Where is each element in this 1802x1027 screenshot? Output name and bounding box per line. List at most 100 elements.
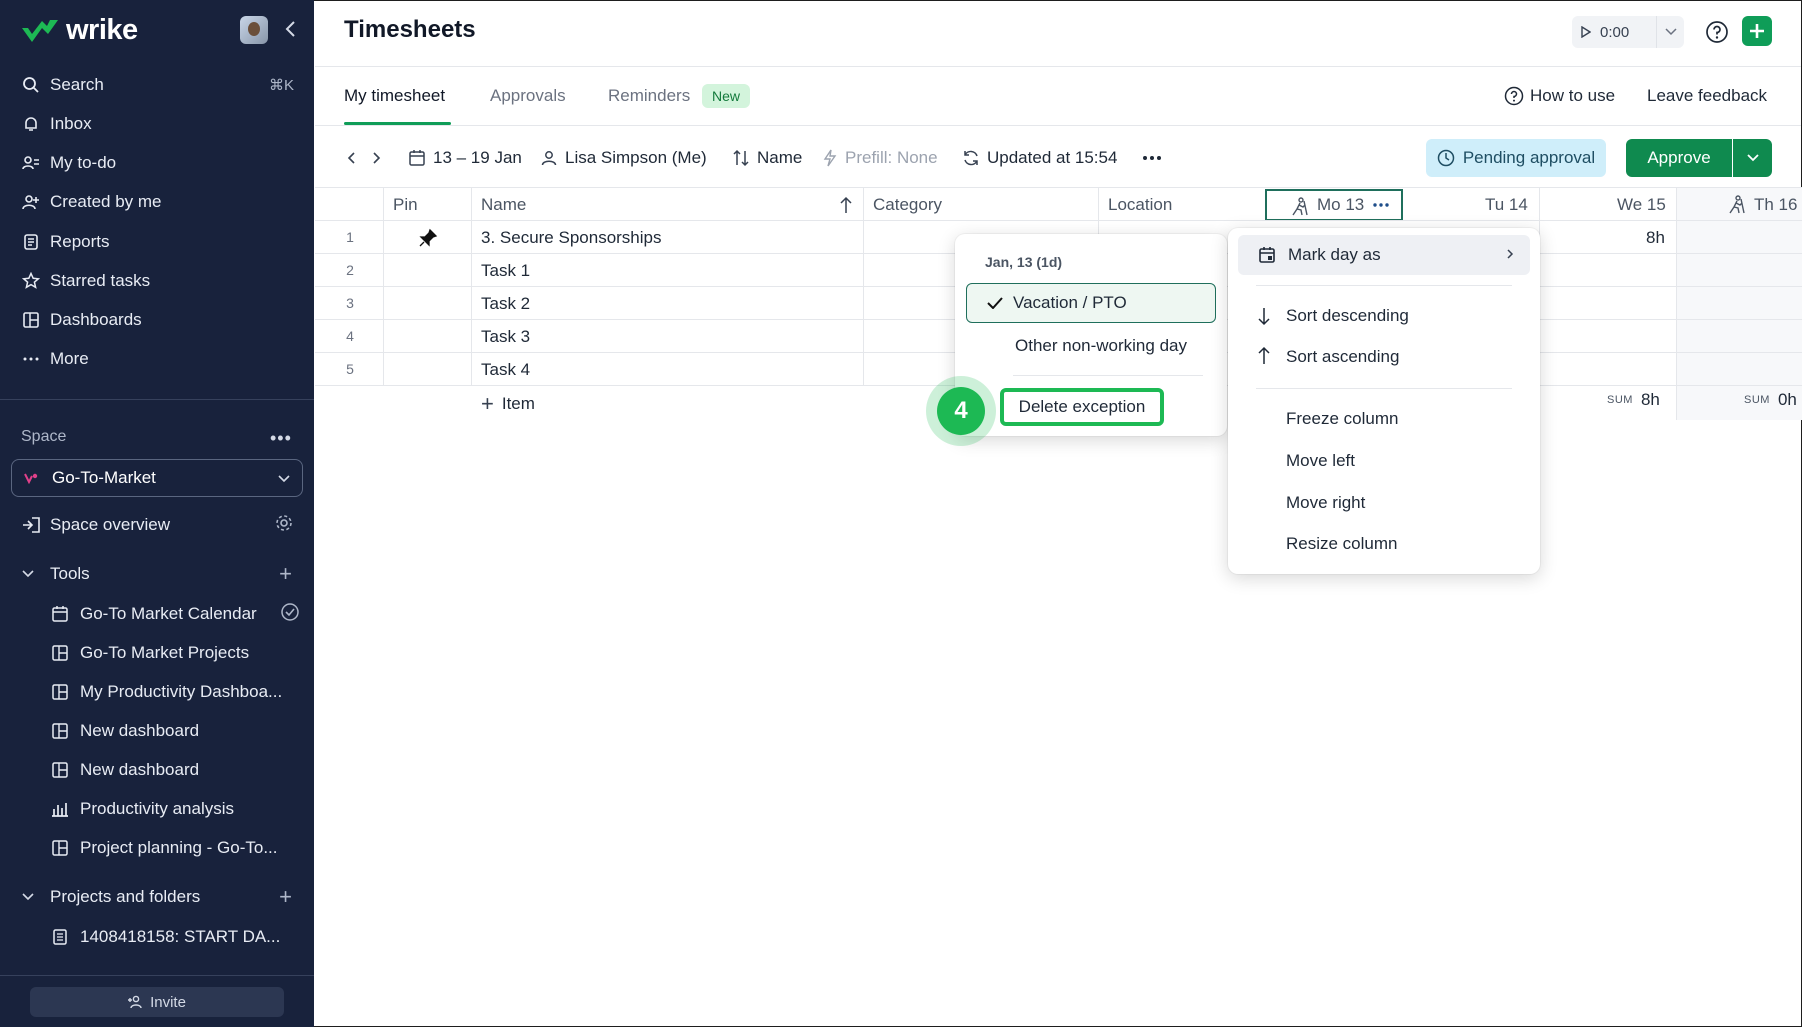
column-header-location[interactable]: Location: [1108, 190, 1172, 220]
leave-feedback-link[interactable]: Leave feedback: [1647, 86, 1767, 106]
tab-my-timesheet[interactable]: My timesheet: [344, 86, 445, 106]
sort-button[interactable]: Name: [732, 146, 802, 170]
tool-item[interactable]: My Productivity Dashboa...: [50, 675, 300, 709]
sidebar-item-more[interactable]: More: [20, 342, 300, 376]
pin-icon[interactable]: [418, 228, 438, 248]
next-week-button[interactable]: [372, 146, 382, 170]
option-other-non-working-day[interactable]: Other non-working day: [1015, 336, 1187, 356]
calendar-mark-icon: [1259, 247, 1275, 263]
more-options-icon[interactable]: [1142, 146, 1162, 170]
tool-item-label: Go-To Market Projects: [80, 643, 250, 662]
column-header-label: Name: [481, 195, 527, 214]
sidebar-item-my-todo[interactable]: My to-do: [20, 146, 300, 180]
bell-icon: [20, 113, 42, 135]
sidebar-item-starred[interactable]: Starred tasks: [20, 264, 300, 298]
tool-item[interactable]: Go-To Market Calendar: [50, 597, 300, 631]
avatar[interactable]: [240, 16, 268, 44]
grid-line: [471, 188, 472, 386]
chevron-left-icon[interactable]: [280, 18, 302, 40]
chevron-down-icon[interactable]: [1656, 16, 1684, 48]
invite-button[interactable]: Invite: [30, 987, 284, 1017]
project-icon: [50, 927, 70, 947]
space-more-icon[interactable]: •••: [270, 428, 292, 449]
space-name: Go-To-Market: [52, 468, 156, 487]
tool-item[interactable]: New dashboard: [50, 714, 300, 748]
wrike-logo[interactable]: wrike: [20, 14, 138, 47]
help-icon[interactable]: [1705, 20, 1729, 44]
sidebar-item-dashboards[interactable]: Dashboards: [20, 303, 300, 337]
more-icon: [20, 348, 42, 370]
option-vacation-pto[interactable]: Vacation / PTO: [966, 283, 1216, 323]
approve-button[interactable]: Approve: [1626, 139, 1732, 177]
row-name[interactable]: 3. Secure Sponsorships: [481, 228, 662, 248]
add-project-icon[interactable]: +: [279, 884, 292, 910]
more-icon[interactable]: [1372, 202, 1390, 208]
approve-dropdown-button[interactable]: [1733, 139, 1772, 177]
tool-item[interactable]: Project planning - Go-To...: [50, 831, 300, 865]
timer-widget[interactable]: 0:00: [1572, 16, 1684, 48]
sidebar-item-label: My to-do: [50, 153, 117, 172]
how-to-use-label: How to use: [1530, 86, 1616, 105]
sidebar-item-search[interactable]: Search ⌘K: [20, 68, 300, 102]
tools-section-header[interactable]: Tools +: [22, 557, 302, 591]
prev-week-button[interactable]: [346, 146, 356, 170]
sidebar-item-created-by-me[interactable]: Created by me: [20, 185, 300, 219]
delete-exception-button[interactable]: Delete exception: [1000, 388, 1164, 426]
prefill-button[interactable]: Prefill: None: [822, 146, 938, 170]
sidebar-item-label: Starred tasks: [50, 271, 151, 290]
row-we-hours[interactable]: 8h: [1646, 228, 1665, 248]
column-header-mo-13[interactable]: Mo 13: [1265, 189, 1403, 221]
arrow-down-icon: [1258, 308, 1270, 326]
row-name[interactable]: Task 4: [481, 360, 530, 380]
menu-item-freeze-column[interactable]: Freeze column: [1286, 409, 1398, 429]
column-header-name[interactable]: Name: [481, 190, 526, 220]
add-tool-icon[interactable]: +: [279, 561, 292, 587]
menu-item-move-right[interactable]: Move right: [1286, 493, 1365, 513]
sidebar-item-space-overview[interactable]: Space overview: [20, 508, 300, 542]
todo-icon: [20, 152, 42, 174]
tab-approvals[interactable]: Approvals: [490, 86, 566, 106]
menu-item-sort-descending[interactable]: Sort descending: [1286, 306, 1409, 326]
projects-section-header[interactable]: Projects and folders +: [22, 880, 302, 914]
tool-item[interactable]: New dashboard: [50, 753, 300, 787]
gear-icon[interactable]: [274, 513, 294, 537]
column-header-pin[interactable]: Pin: [393, 190, 418, 220]
column-header-we-15[interactable]: We 15: [1617, 190, 1666, 220]
menu-item-sort-ascending[interactable]: Sort ascending: [1286, 347, 1399, 367]
add-button[interactable]: [1742, 16, 1772, 46]
how-to-use-link[interactable]: How to use: [1504, 86, 1615, 106]
column-header-tu-14[interactable]: Tu 14: [1485, 190, 1528, 220]
chevron-down-icon: [278, 468, 290, 488]
board-icon: [50, 721, 70, 741]
menu-item-move-left[interactable]: Move left: [1286, 451, 1355, 471]
sidebar: wrike Search ⌘K Inbox My to-do Created b…: [0, 0, 314, 1027]
user-picker[interactable]: Lisa Simpson (Me): [540, 146, 707, 170]
add-item-button[interactable]: + Item: [481, 393, 535, 415]
refresh-status[interactable]: Updated at 15:54: [962, 146, 1117, 170]
tab-reminders[interactable]: Reminders: [608, 86, 690, 106]
row-name[interactable]: Task 1: [481, 261, 530, 281]
plus-icon: +: [481, 391, 494, 416]
menu-item-mark-day-as[interactable]: Mark day as: [1238, 235, 1530, 275]
tool-item[interactable]: Productivity analysis: [50, 792, 300, 826]
sidebar-item-inbox[interactable]: Inbox: [20, 107, 300, 141]
vacation-walker-icon: [1292, 197, 1308, 216]
sidebar-item-reports[interactable]: Reports: [20, 225, 300, 259]
menu-item-resize-column[interactable]: Resize column: [1286, 534, 1398, 554]
row-name[interactable]: Task 3: [481, 327, 530, 347]
column-header-category[interactable]: Category: [873, 190, 942, 220]
row-number: 2: [346, 262, 354, 278]
menu-divider: [1256, 285, 1512, 286]
project-item[interactable]: 1408418158: START DA...: [50, 920, 300, 954]
sidebar-item-label: Space overview: [50, 515, 171, 534]
projects-label: Projects and folders: [50, 887, 201, 906]
date-range-picker[interactable]: 13 – 19 Jan: [408, 146, 522, 170]
sidebar-item-label: Dashboards: [50, 310, 142, 329]
sum-value: 0h: [1777, 390, 1797, 409]
column-header-th-16[interactable]: Th 16: [1726, 190, 1797, 220]
row-name[interactable]: Task 2: [481, 294, 530, 314]
tool-item[interactable]: Go-To Market Projects: [50, 636, 300, 670]
play-icon[interactable]: [1572, 26, 1600, 38]
space-selector[interactable]: Go-To-Market: [11, 459, 303, 497]
board-icon: [50, 643, 70, 663]
